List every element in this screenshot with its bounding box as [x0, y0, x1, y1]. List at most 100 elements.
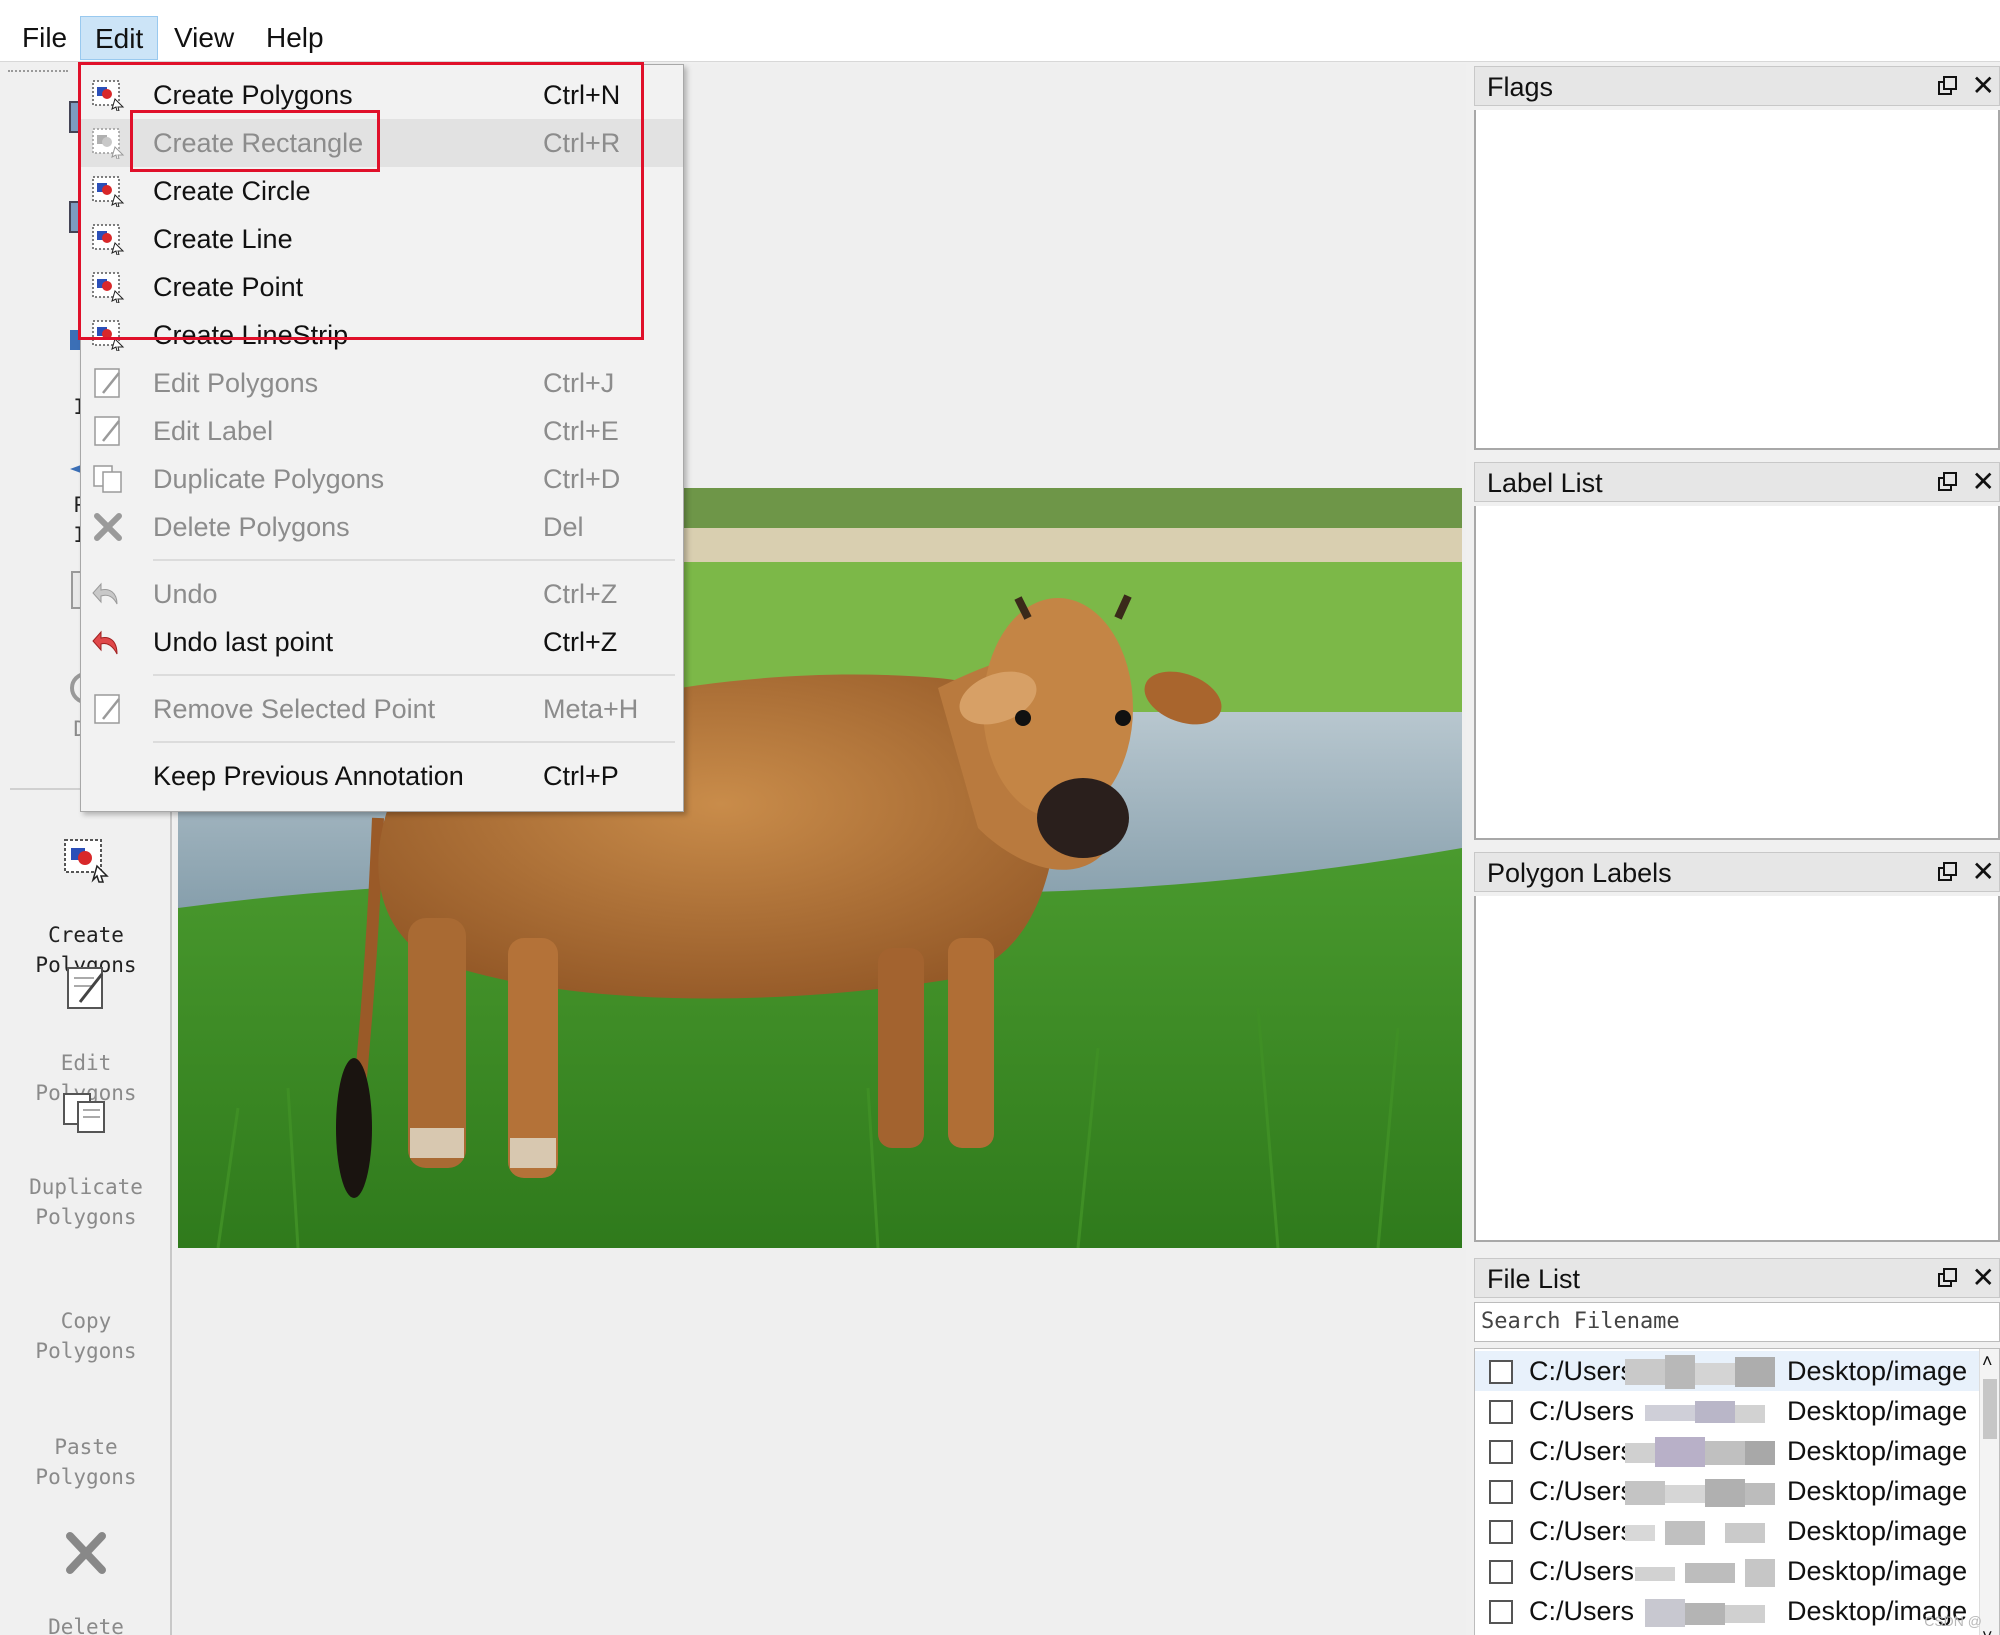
float-icon[interactable]	[1937, 1267, 1959, 1289]
menu-file[interactable]: File	[8, 16, 81, 60]
menu-item-shortcut: Ctrl+Z	[543, 579, 618, 609]
close-icon[interactable]: ✕	[1972, 1261, 1995, 1295]
file-checkbox[interactable]	[1489, 1360, 1513, 1384]
label-list-dock: Label List ✕	[1474, 462, 2000, 840]
menu-item-shortcut: Ctrl+P	[543, 761, 619, 791]
paste-polygons-tool[interactable]: Paste Polygons	[0, 1402, 172, 1492]
duplicate-polygons-label: Duplicate Polygons	[29, 1175, 143, 1229]
menu-item-label: Undo	[153, 579, 218, 609]
paste-polygons-label: Paste Polygons	[35, 1435, 137, 1489]
float-icon[interactable]	[1937, 75, 1959, 97]
float-icon[interactable]	[1937, 861, 1959, 883]
menu-view[interactable]: View	[160, 16, 248, 60]
file-path-suffix: Desktop/image	[1787, 1556, 1968, 1586]
menu-item-label: Keep Previous Annotation	[153, 761, 464, 791]
file-path-prefix: C:/Users	[1529, 1596, 1635, 1626]
menu-item-label: Edit Polygons	[153, 368, 319, 398]
file-checkbox[interactable]	[1489, 1600, 1513, 1624]
menu-item-delete-polygons[interactable]: Delete Polygons Del	[81, 503, 683, 551]
copy-polygons-tool[interactable]: Copy Polygons	[0, 1276, 172, 1366]
copy-polygons-label: Copy Polygons	[35, 1309, 137, 1363]
menu-item-keep-previous-annotation[interactable]: Keep Previous Annotation Ctrl+P	[81, 752, 683, 800]
redacted-username	[1645, 1599, 1765, 1627]
menu-item-label: Edit Label	[153, 416, 274, 446]
menu-item-undo-last-point[interactable]: Undo last point Ctrl+Z	[81, 618, 683, 666]
scrollbar-thumb[interactable]	[1983, 1379, 1997, 1439]
menu-item-label: Remove Selected Point	[153, 694, 436, 724]
file-list-item[interactable]: C:/Users Desktop/image	[1475, 1351, 1981, 1391]
label-list[interactable]	[1474, 506, 2000, 840]
flags-list[interactable]	[1474, 110, 2000, 450]
file-checkbox[interactable]	[1489, 1480, 1513, 1504]
menu-separator	[153, 674, 675, 676]
redacted-username	[1625, 1479, 1775, 1507]
file-path-suffix: Desktop/image	[1787, 1516, 1968, 1546]
file-path-prefix: C:/Users	[1529, 1436, 1635, 1466]
polygon-labels-list[interactable]	[1474, 896, 2000, 1242]
file-list-item[interactable]: C:/Users Desktop/image	[1475, 1551, 1981, 1591]
file-list-dock: File List ✕ Search Filename C:/Users Des…	[1474, 1258, 2000, 1635]
file-list-item[interactable]: C:/Users Desktop/image	[1475, 1471, 1981, 1511]
menu-help[interactable]: Help	[252, 16, 338, 60]
file-path-suffix: Desktop/image	[1787, 1356, 1968, 1386]
menu-item-shortcut: Ctrl+Z	[543, 627, 618, 657]
file-list-item[interactable]: C:/Users Desktop/image	[1475, 1511, 1981, 1551]
menu-item-edit-label[interactable]: Edit Label Ctrl+E	[81, 407, 683, 455]
close-icon[interactable]: ✕	[1972, 69, 1995, 103]
redacted-username	[1625, 1437, 1775, 1467]
undo-icon	[92, 582, 118, 605]
search-filename-input[interactable]: Search Filename	[1474, 1302, 2000, 1342]
menu-item-remove-selected-point[interactable]: Remove Selected Point Meta+H	[81, 685, 683, 733]
file-list-item[interactable]: C:/Users Desktop/image	[1475, 1431, 1981, 1471]
file-checkbox[interactable]	[1489, 1520, 1513, 1544]
close-icon[interactable]: ✕	[1972, 855, 1995, 889]
file-list-scrollbar[interactable]: ˄ ˅	[1979, 1349, 1999, 1635]
edit-icon	[94, 416, 120, 446]
label-list-title: Label List	[1487, 468, 1603, 498]
menu-separator	[153, 741, 675, 743]
menu-item-undo[interactable]: Undo Ctrl+Z	[81, 570, 683, 618]
redacted-username	[1635, 1559, 1775, 1587]
file-list-item[interactable]: C:/Users Desktop/image	[1475, 1591, 1981, 1631]
duplicate-polygons-tool[interactable]: Duplicate Polygons	[0, 1060, 172, 1232]
polygon-labels-title: Polygon Labels	[1487, 858, 1672, 888]
file-list[interactable]: C:/Users Desktop/image C:/Users Desktop/…	[1474, 1348, 2000, 1635]
watermark: CSDN @	[1924, 1613, 1982, 1629]
menu-item-shortcut: Del	[543, 512, 584, 542]
file-checkbox[interactable]	[1489, 1400, 1513, 1424]
menu-item-duplicate-polygons[interactable]: Duplicate Polygons Ctrl+D	[81, 455, 683, 503]
file-path-suffix: Desktop/image	[1787, 1396, 1968, 1426]
create-polygons-icon	[64, 839, 109, 883]
file-list-dock-title: File List ✕	[1474, 1258, 2000, 1298]
menu-separator	[153, 559, 675, 561]
scroll-up-icon[interactable]: ˄	[1982, 1351, 1993, 1372]
edit-icon	[94, 368, 120, 398]
polygon-labels-dock: Polygon Labels ✕	[1474, 852, 2000, 1242]
label-list-dock-title: Label List ✕	[1474, 462, 2000, 502]
menubar: File Edit View Help	[0, 0, 2000, 62]
close-icon[interactable]: ✕	[1972, 465, 1995, 499]
file-checkbox[interactable]	[1489, 1440, 1513, 1464]
edit-icon	[94, 694, 120, 724]
menu-item-label: Duplicate Polygons	[153, 464, 385, 494]
delete-icon	[94, 513, 122, 541]
float-icon[interactable]	[1937, 471, 1959, 493]
duplicate-icon	[93, 465, 122, 493]
highlight-box-create-items	[78, 62, 644, 340]
redacted-username	[1645, 1401, 1765, 1423]
scroll-down-icon[interactable]: ˅	[1982, 1626, 1993, 1635]
menu-item-label: Delete Polygons	[153, 512, 350, 542]
menu-item-shortcut: Ctrl+E	[543, 416, 619, 446]
menu-edit[interactable]: Edit	[80, 16, 159, 60]
menu-item-edit-polygons[interactable]: Edit Polygons Ctrl+J	[81, 359, 683, 407]
file-path-prefix: C:/Users	[1529, 1516, 1635, 1546]
file-list-item[interactable]: C:/Users Desktop/image	[1475, 1391, 1981, 1431]
menu-item-shortcut: Ctrl+J	[543, 368, 615, 398]
toolbar-grip[interactable]	[8, 70, 68, 74]
flags-dock-title: Flags ✕	[1474, 66, 2000, 106]
flags-dock: Flags ✕	[1474, 66, 2000, 450]
file-checkbox[interactable]	[1489, 1560, 1513, 1584]
duplicate-polygons-icon	[63, 1093, 105, 1133]
delete-polygons-tool[interactable]: Delete Polygons	[0, 1500, 172, 1635]
flags-title: Flags	[1487, 72, 1554, 102]
